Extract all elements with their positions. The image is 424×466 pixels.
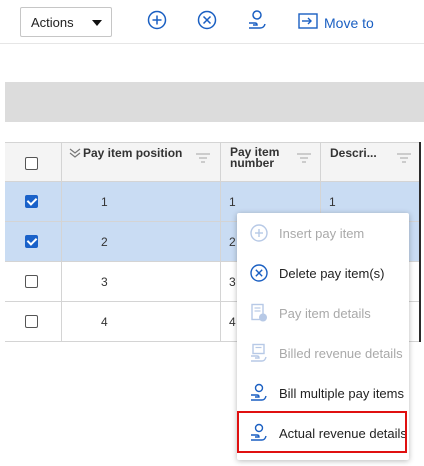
billed-revenue-icon	[251, 343, 267, 362]
filter-icon	[297, 153, 311, 163]
grid-edge	[419, 142, 421, 342]
column-header-description[interactable]: Descri...	[330, 147, 377, 159]
cell-number: 3	[229, 275, 236, 289]
hand-coin-icon	[249, 10, 266, 29]
column-divider	[61, 182, 62, 222]
menu-item-label: Pay item details	[279, 306, 371, 321]
menu-item-label: Billed revenue details	[279, 346, 403, 361]
grid-header: Pay item position Pay item number Descri…	[5, 142, 420, 183]
row-checkbox[interactable]	[25, 315, 38, 328]
column-header-position[interactable]: Pay item position	[83, 147, 182, 159]
cell-number: 2	[229, 235, 236, 249]
menu-item-label: Delete pay item(s)	[279, 266, 385, 281]
column-divider	[61, 302, 62, 342]
cell-number: 4	[229, 315, 236, 329]
column-divider	[320, 143, 321, 183]
cell-position: 1	[101, 195, 108, 209]
grouping-bar	[5, 82, 424, 122]
move-to-label: Move to	[324, 15, 374, 31]
plus-circle-icon	[147, 10, 167, 30]
actions-dropdown-label: Actions	[31, 15, 74, 30]
menu-item-insert-pay-item: Insert pay item	[237, 213, 409, 253]
cell-position: 4	[101, 315, 108, 329]
menu-item-label: Actual revenue details	[279, 426, 407, 441]
context-menu: Insert pay item Delete pay item(s) Pay i…	[237, 213, 409, 460]
menu-item-actual-revenue-details[interactable]: Actual revenue details	[237, 413, 409, 453]
filter-icon	[397, 153, 411, 163]
menu-item-billed-revenue-details: Billed revenue details	[237, 333, 409, 373]
actions-dropdown[interactable]: Actions	[20, 7, 112, 37]
filter-icon	[196, 153, 210, 163]
cell-position: 3	[101, 275, 108, 289]
plus-circle-icon	[250, 224, 268, 242]
document-info-icon	[251, 303, 267, 322]
cell-position: 2	[101, 235, 108, 249]
menu-item-label: Insert pay item	[279, 226, 365, 241]
menu-item-pay-item-details: Pay item details	[237, 293, 409, 333]
column-divider	[220, 182, 221, 222]
row-checkbox[interactable]	[25, 275, 38, 288]
revenue-button[interactable]	[246, 9, 270, 33]
column-divider	[220, 143, 221, 183]
menu-item-bill-multiple-pay-items[interactable]: Bill multiple pay items	[237, 373, 409, 413]
add-button[interactable]	[146, 9, 170, 33]
column-divider	[61, 262, 62, 302]
cell-description: 1	[329, 195, 336, 209]
sort-chevron-icon	[69, 148, 81, 158]
menu-item-label: Bill multiple pay items	[279, 386, 404, 401]
move-arrow-icon	[298, 13, 318, 29]
row-checkbox[interactable]	[25, 235, 38, 248]
select-all-checkbox[interactable]	[25, 157, 38, 170]
delete-button[interactable]	[196, 9, 220, 33]
menu-item-delete-pay-items[interactable]: Delete pay item(s)	[237, 253, 409, 293]
column-header-number[interactable]: Pay item number	[230, 146, 290, 169]
column-divider	[220, 302, 221, 342]
hand-coin-icon	[251, 383, 267, 401]
chevron-down-icon	[92, 20, 102, 26]
hand-coin-icon	[251, 423, 267, 441]
column-divider	[61, 222, 62, 262]
x-circle-icon	[250, 264, 268, 282]
column-divider	[220, 262, 221, 302]
column-divider	[61, 143, 62, 183]
cell-number: 1	[229, 195, 236, 209]
toolbar: Actions Move to	[0, 0, 424, 44]
column-divider	[220, 222, 221, 262]
row-checkbox[interactable]	[25, 195, 38, 208]
x-circle-icon	[197, 10, 217, 30]
